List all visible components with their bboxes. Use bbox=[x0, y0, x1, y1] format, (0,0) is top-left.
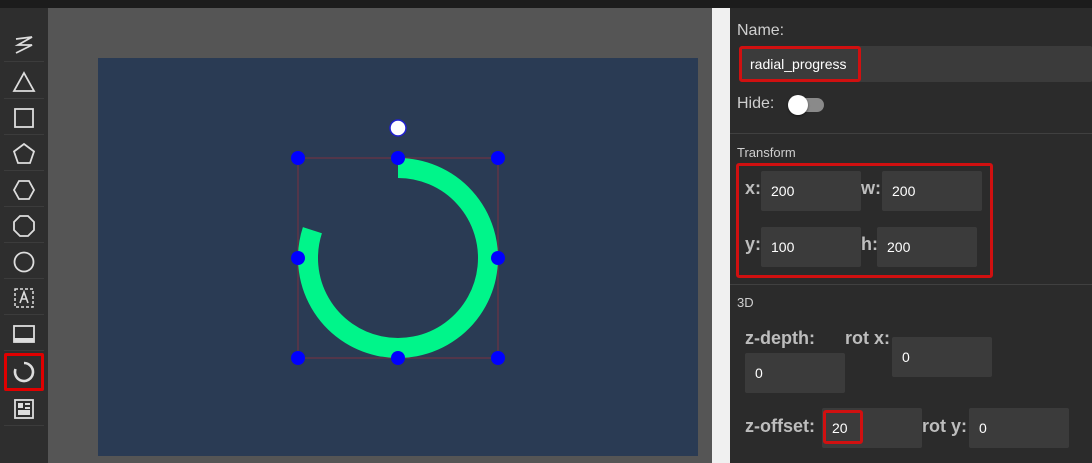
hexagon-tool[interactable] bbox=[4, 173, 44, 207]
panel-divider[interactable] bbox=[712, 8, 730, 463]
shape-toolbar bbox=[0, 8, 48, 463]
resize-handle-bottom-left[interactable] bbox=[291, 351, 305, 365]
resize-handle-bottom[interactable] bbox=[391, 351, 405, 365]
zoffset-input[interactable]: 20 bbox=[822, 408, 922, 448]
h-input[interactable]: 200 bbox=[877, 227, 977, 267]
text-box-icon bbox=[14, 287, 34, 308]
radial-progress-icon bbox=[13, 361, 35, 382]
resize-handle-bottom-right[interactable] bbox=[491, 351, 505, 365]
circle-icon bbox=[13, 251, 35, 272]
resize-handle-right[interactable] bbox=[491, 251, 505, 265]
separator bbox=[730, 284, 1092, 285]
pentagon-tool[interactable] bbox=[4, 137, 44, 171]
h-label: h: bbox=[861, 234, 878, 254]
workspace bbox=[48, 8, 712, 463]
w-input[interactable]: 200 bbox=[882, 171, 982, 211]
y-label: y: bbox=[745, 234, 762, 254]
triangle-icon bbox=[12, 70, 36, 92]
triangle-tool[interactable] bbox=[4, 65, 44, 99]
octagon-icon bbox=[13, 214, 35, 237]
freehand-line-icon bbox=[14, 35, 33, 54]
zoffset-label: z-offset: bbox=[745, 416, 815, 436]
radial-progress-shape[interactable] bbox=[298, 158, 498, 358]
text-box-tool[interactable] bbox=[4, 281, 44, 315]
threed-title: 3D bbox=[737, 295, 754, 310]
roty-label: rot y: bbox=[922, 416, 967, 436]
separator bbox=[730, 133, 1092, 134]
rotx-label: rot x: bbox=[845, 328, 890, 348]
resize-handle-left[interactable] bbox=[291, 251, 305, 265]
roty-input[interactable]: 0 bbox=[969, 408, 1069, 448]
resize-handle-top-left[interactable] bbox=[291, 151, 305, 165]
hide-toggle-knob[interactable] bbox=[788, 95, 808, 115]
zdepth-input[interactable]: 0 bbox=[745, 353, 845, 393]
rotx-input[interactable]: 0 bbox=[892, 337, 992, 377]
circle-tool[interactable] bbox=[4, 245, 44, 279]
top-bar bbox=[0, 0, 1092, 8]
w-label: w: bbox=[861, 178, 881, 198]
transform-title: Transform bbox=[737, 145, 796, 160]
panel-icon bbox=[13, 324, 35, 343]
properties-panel: Name: radial_progress Hide: Transform x:… bbox=[730, 8, 1092, 463]
y-input[interactable]: 100 bbox=[761, 227, 861, 267]
name-input[interactable]: radial_progress bbox=[740, 46, 1092, 82]
name-label: Name: bbox=[737, 22, 785, 39]
zdepth-label: z-depth: bbox=[745, 328, 815, 348]
hide-label: Hide: bbox=[737, 95, 775, 112]
freehand-line-tool[interactable] bbox=[4, 28, 44, 62]
square-tool[interactable] bbox=[4, 101, 44, 135]
resize-handle-top-right[interactable] bbox=[491, 151, 505, 165]
hexagon-icon bbox=[12, 179, 36, 200]
panel-tool[interactable] bbox=[4, 317, 44, 351]
pentagon-icon bbox=[12, 142, 36, 164]
square-icon bbox=[14, 107, 34, 128]
rotation-handle[interactable] bbox=[389, 119, 407, 137]
canvas-scene[interactable] bbox=[98, 58, 698, 456]
octagon-tool[interactable] bbox=[4, 209, 44, 243]
resize-handle-top[interactable] bbox=[391, 151, 405, 165]
dashboard-icon bbox=[14, 398, 34, 419]
x-input[interactable]: 200 bbox=[761, 171, 861, 211]
x-label: x: bbox=[745, 178, 762, 198]
dashboard-tool[interactable] bbox=[4, 392, 44, 426]
radial-progress-tool[interactable] bbox=[4, 353, 44, 391]
